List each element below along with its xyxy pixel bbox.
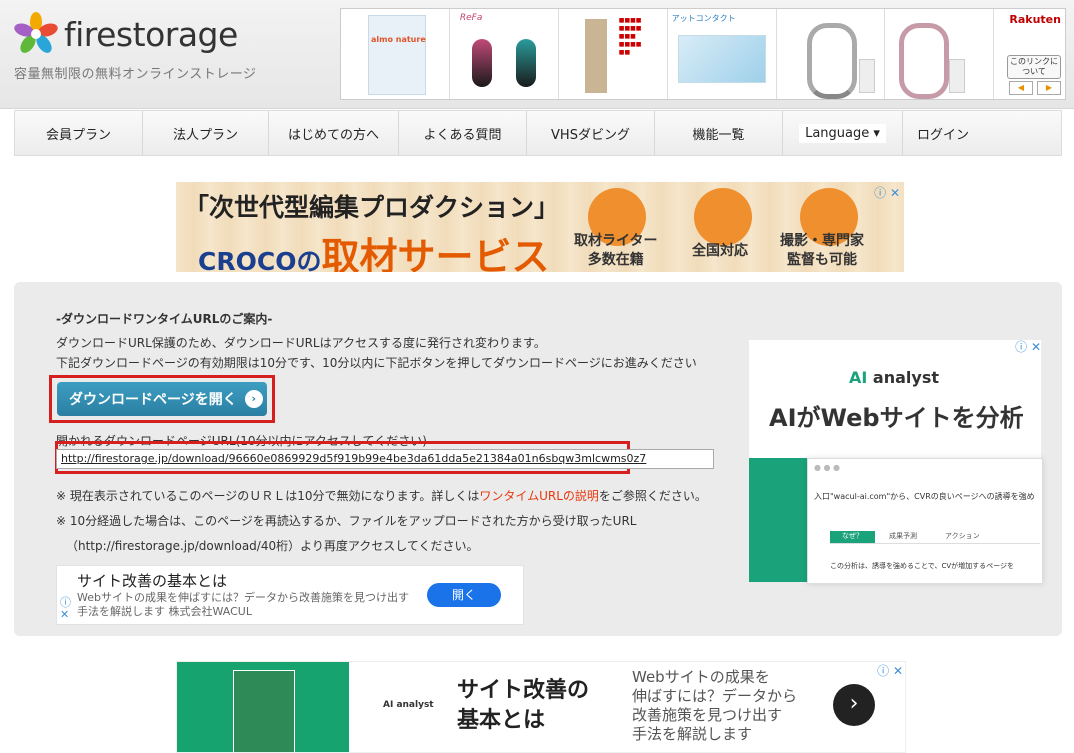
nav-member-plan[interactable]: 会員プラン: [15, 111, 143, 155]
panel-title: -ダウンロードワンタイムURLのご案内-: [56, 312, 273, 326]
nav-language[interactable]: Language ▾: [783, 111, 903, 155]
side-ad-headline: AIがWebサイトを分析: [769, 404, 1024, 432]
nav-corporate-plan[interactable]: 法人プラン: [143, 111, 269, 155]
logo-text: firestorage: [64, 14, 238, 54]
banner1-headline: 「次世代型編集プロダクション」: [184, 193, 560, 222]
nav-login[interactable]: ログイン: [903, 111, 983, 155]
sub-ad-open-button[interactable]: 開く: [427, 583, 501, 607]
ad-product-4[interactable]: アットコンタクト: [668, 9, 777, 99]
wacul-text-ad[interactable]: サイト改善の基本とは Webサイトの成果を伸ばすには？データから改善施策を見つけ…: [56, 565, 524, 625]
chevron-right-icon: ›: [244, 390, 263, 408]
banner1-subline: CROCOの取材サービス: [198, 235, 550, 272]
ad-product-3[interactable]: ■■■■ ■■■■ ■■■ ■■■■ ■■: [559, 9, 668, 99]
tagline: 容量無制限の無料オンラインストレージ: [14, 67, 257, 82]
nav-faq[interactable]: よくある質問: [399, 111, 527, 155]
note-url-format: （http://firestorage.jp/download/40桁）より再度…: [66, 539, 479, 553]
nav-vhs-dubbing[interactable]: VHSダビング: [527, 111, 655, 155]
nav-features[interactable]: 機能一覧: [655, 111, 783, 155]
banner1-cap-nationwide: 全国対応: [692, 243, 748, 259]
panel-desc-1: ダウンロードURL保護のため、ダウンロードURLはアクセスする度に発行され変わり…: [56, 336, 546, 350]
ad-rakuten-panel: Rakuten このリンクについて ◀ ▶: [994, 9, 1065, 99]
sub-ad-title: サイト改善の基本とは: [77, 572, 228, 590]
banner2-desc: Webサイトの成果を 伸ばすには？データから 改善施策を見つけ出す 手法を解説します: [632, 668, 798, 743]
banner1-cap-photo: 撮影・専門家 監督も可能: [780, 233, 864, 268]
download-button-label: ダウンロードページを開く: [69, 392, 237, 408]
ad-choices-icon[interactable]: ⓘ ✕: [877, 662, 903, 679]
download-url-field[interactable]: http://firestorage.jp/download/96660e086…: [56, 449, 714, 469]
close-icon[interactable]: ✕: [60, 608, 69, 621]
ai-analyst-logo: AI analyst: [849, 368, 939, 387]
ad-product-1-label: almo nature: [371, 35, 426, 44]
ad-info-link[interactable]: このリンクについて: [1006, 55, 1061, 79]
banner2-title: サイト改善の 基本とは: [457, 678, 590, 733]
banner2-next-button[interactable]: ›: [833, 684, 875, 726]
rakuten-brand: Rakuten: [1009, 13, 1061, 26]
note-expiry: ※ 現在表示されているこのページのＵＲＬは10分で無効になります。詳しくはワンタ…: [56, 489, 707, 503]
ad-product-1[interactable]: almo nature: [341, 9, 450, 99]
ad-product-2[interactable]: ReFa: [450, 9, 559, 99]
flower-logo-icon: [14, 12, 58, 53]
wacul-banner-ad[interactable]: AI analyst サイト改善の 基本とは Webサイトの成果を 伸ばすには？デー…: [176, 661, 906, 753]
ad-product-2-label: ReFa: [459, 13, 483, 23]
side-ad-screenshot: ● ● ● 入口"wacul-ai.com"から、CVRの良いページへの誘導を強…: [807, 458, 1043, 584]
site-logo[interactable]: firestorage: [14, 12, 238, 56]
open-download-page-button[interactable]: ダウンロードページを開く ›: [57, 382, 267, 416]
nav-first-time[interactable]: はじめての方へ: [269, 111, 399, 155]
banner2-logo: AI analyst: [383, 700, 434, 710]
onetime-url-link[interactable]: ワンタイムURLの説明: [479, 489, 599, 503]
banner1-cap-writer: 取材ライター 多数在籍: [574, 233, 658, 268]
sub-ad-desc: Webサイトの成果を伸ばすには？データから改善施策を見つけ出す 手法を解説します …: [77, 591, 409, 618]
site-header: firestorage 容量無制限の無料オンラインストレージ almo natu…: [0, 0, 1074, 109]
ad-next-button[interactable]: ▶: [1036, 81, 1061, 95]
panel-desc-2: 下記ダウンロードページの有効期限は10分です、10分以内に下記ボタンを押してダウ…: [56, 356, 697, 370]
side-ad-green-bar: [749, 458, 807, 582]
ad-prev-button[interactable]: ◀: [1008, 81, 1033, 95]
ad-choices-icon[interactable]: ⓘ ✕: [1015, 338, 1041, 355]
banner2-book-image: [233, 670, 295, 752]
ad-choices-icon[interactable]: ⓘ ✕: [874, 184, 900, 201]
ad-product-5[interactable]: [777, 9, 886, 99]
main-nav: 会員プラン 法人プラン はじめての方へ よくある質問 VHSダビング 機能一覧 …: [14, 110, 1062, 156]
ad-product-6[interactable]: [885, 9, 995, 99]
japan-map-icon: [694, 188, 752, 246]
language-select[interactable]: Language ▾: [799, 123, 886, 143]
croco-banner-ad[interactable]: 「次世代型編集プロダクション」 CROCOの取材サービス 取材ライター 多数在籍…: [176, 182, 904, 272]
note-reload: ※ 10分経過した場合は、このページを再読込するか、ファイルをアップロードされた…: [56, 514, 637, 528]
ad-product-4-label: アットコンタクト: [671, 14, 736, 23]
rakuten-ad-strip: almo nature ReFa ■■■■ ■■■■ ■■■ ■■■■ ■■ アットコン…: [340, 8, 1066, 100]
ai-analyst-side-ad[interactable]: ⓘ ✕ AI analyst AIがWebサイトを分析 ● ● ● 入口"wac…: [749, 338, 1043, 584]
